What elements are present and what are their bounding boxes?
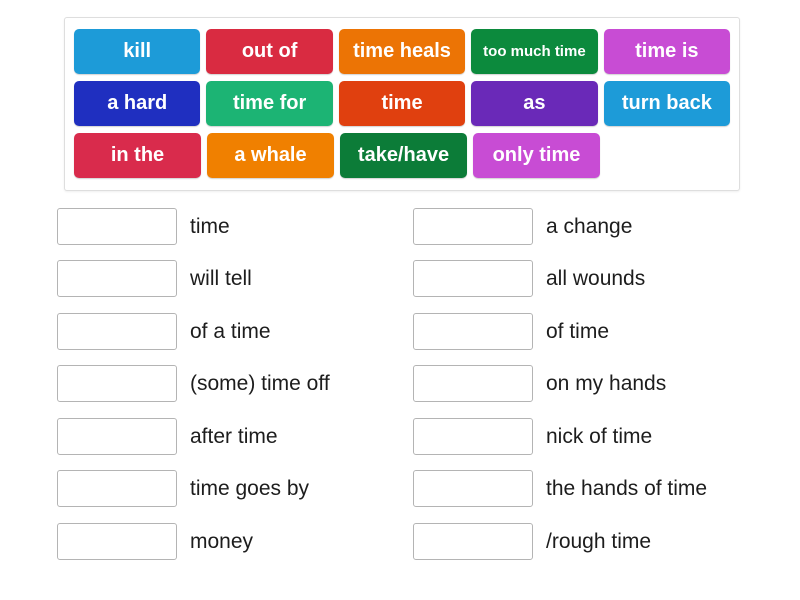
answer-label: time goes by [190, 477, 310, 501]
drop-target-box[interactable] [57, 470, 177, 508]
word-tile[interactable]: time for [206, 80, 333, 126]
answer-column-left: time will tell of a time (some) time off aft… [57, 200, 417, 568]
tile-row: a hard time for time as turn back [71, 77, 733, 129]
drop-target-box[interactable] [413, 417, 533, 455]
answer-label: a change [546, 214, 633, 238]
word-tile[interactable]: take/have [340, 132, 467, 178]
answer-label: time [190, 214, 230, 238]
answer-row: of time [413, 305, 793, 358]
drop-target-box[interactable] [57, 260, 177, 298]
drop-target-box[interactable] [413, 470, 533, 508]
word-tile[interactable]: only time [473, 132, 600, 178]
word-tile[interactable]: a hard [74, 80, 201, 126]
answer-label: money [190, 529, 254, 553]
drop-target-box[interactable] [413, 207, 533, 245]
word-tile[interactable]: in the [74, 132, 201, 178]
answer-row: time [57, 200, 417, 253]
answer-label: on my hands [546, 372, 667, 396]
answer-label: (some) time off [190, 372, 330, 396]
answer-row: money [57, 515, 417, 568]
word-tile[interactable]: out of [206, 28, 333, 74]
answer-label: all wounds [546, 267, 646, 291]
answer-row: of a time [57, 305, 417, 358]
answer-row: the hands of time [413, 463, 793, 516]
answer-row: time goes by [57, 463, 417, 516]
word-tile[interactable]: time is [603, 28, 731, 74]
word-tile[interactable]: too much time [471, 28, 598, 74]
answer-column-right: a change all wounds of time on my hands nick… [413, 200, 793, 568]
answer-row: all wounds [413, 253, 793, 306]
answer-label: will tell [190, 267, 252, 291]
word-tile[interactable]: a whale [207, 132, 334, 178]
drop-target-box[interactable] [413, 260, 533, 298]
answer-label: after time [190, 424, 278, 448]
answer-label: of time [546, 319, 610, 343]
tile-bank: kill out of time heals too much time time is… [64, 17, 740, 191]
answer-label: the hands of time [546, 477, 708, 501]
drop-target-box[interactable] [57, 365, 177, 403]
tile-row: kill out of time heals too much time time is [71, 25, 733, 77]
drop-target-box[interactable] [57, 417, 177, 455]
drop-target-box[interactable] [57, 207, 177, 245]
word-tile[interactable]: turn back [603, 80, 731, 126]
drop-target-box[interactable] [413, 312, 533, 350]
answer-row: on my hands [413, 358, 793, 411]
answer-row: will tell [57, 253, 417, 306]
answer-row: a change [413, 200, 793, 253]
answer-row: nick of time [413, 410, 793, 463]
answer-row: (some) time off [57, 358, 417, 411]
drop-target-box[interactable] [57, 312, 177, 350]
answer-label: /rough time [546, 529, 652, 553]
word-tile[interactable]: time [338, 80, 466, 126]
answer-row: /rough time [413, 515, 793, 568]
word-tile[interactable]: time heals [338, 28, 466, 74]
tile-row: in the a whale take/have only time [71, 129, 733, 181]
answer-row: after time [57, 410, 417, 463]
word-tile[interactable]: as [471, 80, 598, 126]
drop-target-box[interactable] [57, 522, 177, 560]
answer-label: of a time [190, 319, 271, 343]
word-tile[interactable]: kill [74, 28, 201, 74]
drop-target-box[interactable] [413, 365, 533, 403]
answer-label: nick of time [546, 424, 653, 448]
drop-target-box[interactable] [413, 522, 533, 560]
